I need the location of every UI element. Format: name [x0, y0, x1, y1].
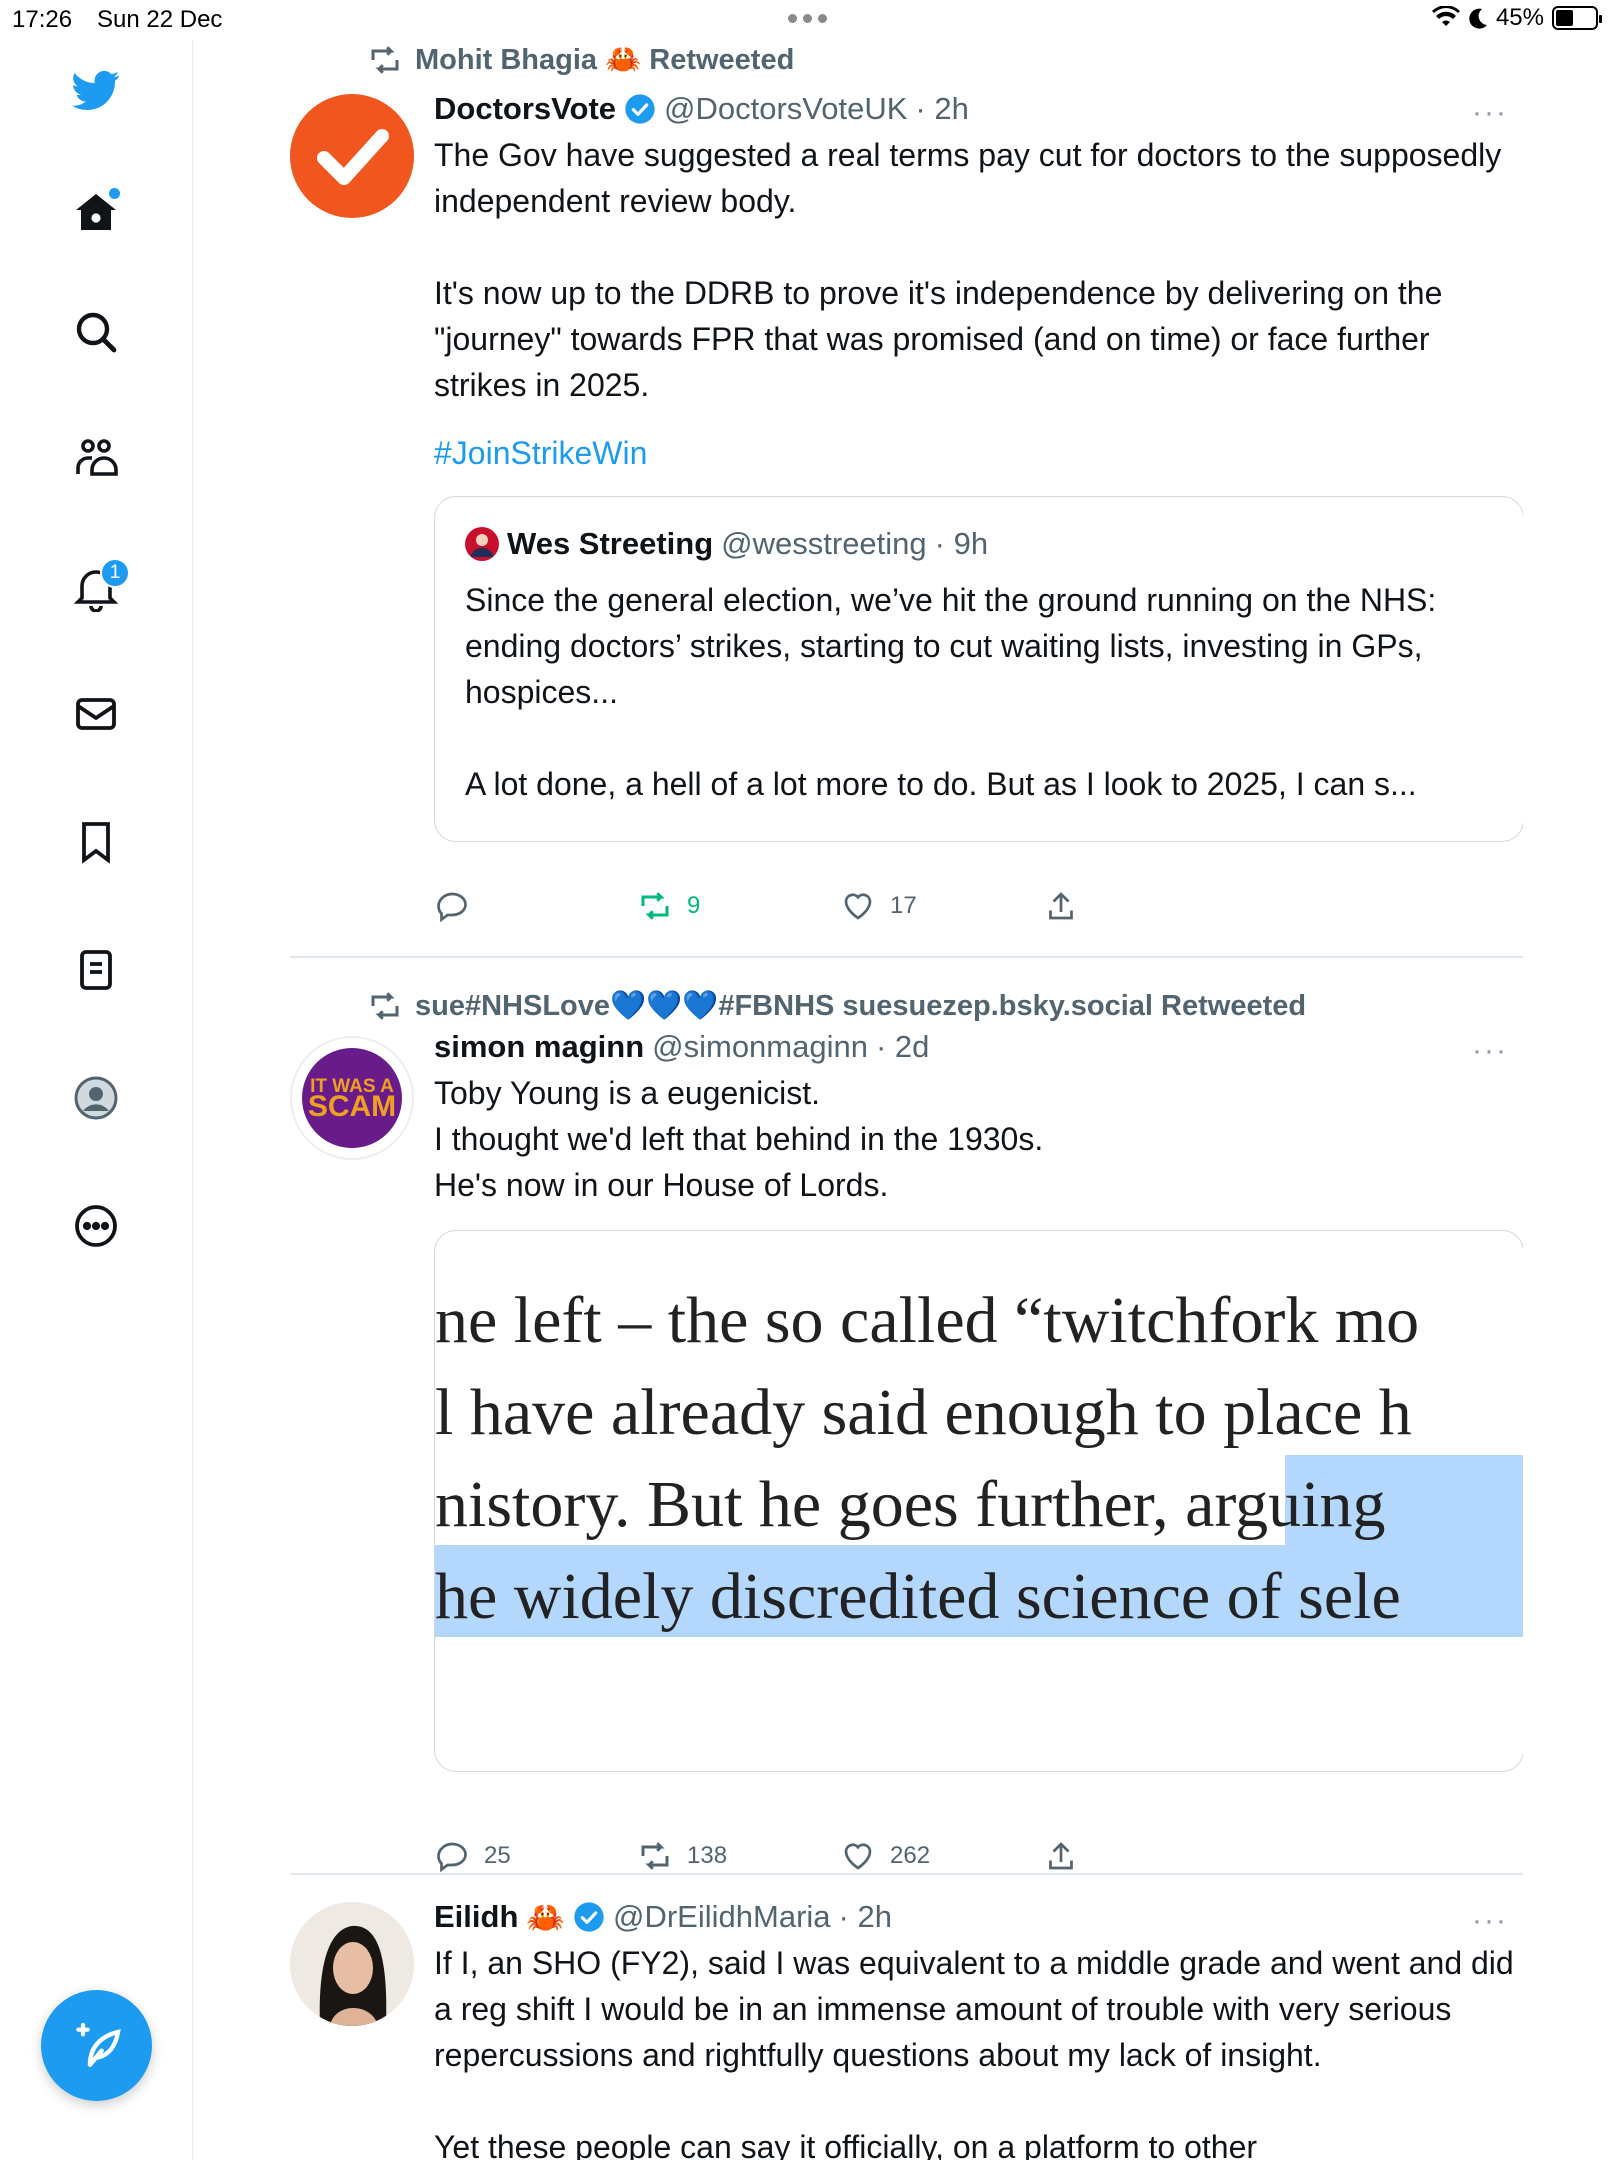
heart-icon — [844, 1843, 872, 1870]
checkmark-logo-icon — [317, 129, 389, 185]
status-time: 17:26 — [12, 6, 73, 33]
tweet-image[interactable]: ne left – the so called “twitchfork mo l… — [434, 1230, 1523, 1772]
retweet-count: 138 — [687, 1842, 728, 1869]
quoted-author-name: Wes Streeting — [507, 526, 714, 561]
compose-feather-icon — [75, 2022, 121, 2067]
wifi-icon — [1431, 6, 1460, 26]
retweet-icon — [641, 892, 669, 920]
retweet-context: Mohit Bhagia 🦀 Retweeted — [367, 40, 794, 80]
quoted-tweet-time: · 9h — [934, 526, 989, 561]
compose-tweet-button[interactable] — [41, 1990, 152, 2101]
tweet[interactable]: sue#NHSLove💙💙💙#FBNHS suesuezep.bsky.soci… — [290, 986, 1523, 1873]
retweet-icon — [371, 992, 399, 1020]
notifications-badge: 1 — [100, 558, 130, 588]
tweet-header: simon maginn @simonmaginn · 2d — [434, 1026, 1523, 1068]
tweet-time[interactable]: · 2h — [915, 91, 968, 127]
avatar[interactable]: IT WAS A SCAM — [290, 1036, 414, 1160]
retweet-icon — [371, 46, 399, 74]
tweet-time[interactable]: · 2d — [876, 1029, 929, 1065]
tweet-actions: 25 138 262 — [434, 1838, 1246, 1874]
author-handle[interactable]: @simonmaginn — [652, 1029, 868, 1065]
tweet-header: Eilidh 🦀 @DrEilidhMaria · 2h — [434, 1896, 1523, 1938]
lists-icon[interactable] — [70, 944, 122, 996]
retweet-icon — [641, 1842, 669, 1870]
share-button[interactable] — [1043, 1838, 1246, 1874]
author-emoji: 🦀 — [526, 1899, 565, 1935]
author-name[interactable]: DoctorsVote — [434, 91, 616, 127]
avatar[interactable] — [290, 1902, 414, 2026]
profile-avatar-icon[interactable] — [70, 1072, 122, 1124]
sidebar: 1 — [0, 40, 193, 2160]
reply-icon — [437, 1842, 467, 1873]
tweet-text: If I, an SHO (FY2), said I was equivalen… — [434, 1945, 1514, 2160]
tweet[interactable]: Mohit Bhagia 🦀 Retweeted DoctorsVote @Do… — [290, 40, 1523, 960]
tweet-text: The Gov have suggested a real terms pay … — [434, 137, 1502, 403]
reply-icon — [437, 892, 467, 923]
tweet-time[interactable]: · 2h — [839, 1899, 892, 1935]
tweet-more-icon[interactable]: ··· — [1472, 1904, 1508, 1938]
multitasking-dots-icon[interactable] — [788, 4, 827, 23]
verified-badge-icon — [625, 94, 655, 124]
timeline[interactable]: Mohit Bhagia 🦀 Retweeted DoctorsVote @Do… — [193, 40, 1523, 2160]
home-new-dot — [109, 188, 120, 199]
moon-icon — [1469, 8, 1487, 29]
twitter-logo-icon[interactable] — [70, 64, 122, 116]
author-handle[interactable]: @DrEilidhMaria — [613, 1899, 831, 1935]
share-icon — [1049, 892, 1073, 920]
search-icon[interactable] — [70, 306, 122, 358]
reply-button[interactable]: 25 — [434, 1838, 637, 1874]
scam-avatar-image: IT WAS A SCAM — [302, 1048, 402, 1148]
status-date: Sun 22 Dec — [97, 6, 223, 33]
share-button[interactable] — [1043, 888, 1246, 924]
retweeted-by-text: Mohit Bhagia 🦀 Retweeted — [415, 44, 795, 76]
like-count: 262 — [890, 1842, 931, 1869]
retweeted-by-text: sue#NHSLove💙💙💙#FBNHS suesuezep.bsky.soci… — [415, 990, 1307, 1022]
quoted-tweet[interactable]: Wes Streeting @wesstreeting · 9h Since t… — [434, 496, 1523, 842]
author-name[interactable]: simon maginn — [434, 1029, 644, 1065]
user-photo-avatar — [290, 1902, 414, 2026]
divider — [290, 956, 1523, 958]
retweet-count: 9 — [687, 892, 701, 919]
tweet[interactable]: Eilidh 🦀 @DrEilidhMaria · 2h ··· If I, a… — [290, 1896, 1523, 2160]
notifications-bell-icon[interactable]: 1 — [70, 558, 130, 614]
retweet-context: sue#NHSLove💙💙💙#FBNHS suesuezep.bsky.soci… — [367, 986, 1306, 1026]
image-text-line: ne left – the so called “twitchfork mo — [435, 1284, 1420, 1357]
tweet-text: Toby Young is a eugenicist. I thought we… — [434, 1075, 1044, 1203]
author-name[interactable]: Eilidh — [434, 1899, 518, 1935]
quoted-author-avatar — [465, 527, 499, 561]
reply-count: 25 — [484, 1842, 511, 1869]
author-handle[interactable]: @DoctorsVoteUK — [664, 91, 907, 127]
home-icon[interactable] — [70, 186, 122, 238]
tweet-more-icon[interactable]: ··· — [1472, 1034, 1508, 1068]
divider — [290, 1873, 1523, 1875]
like-button[interactable]: 17 — [840, 888, 1043, 924]
share-icon — [1049, 1842, 1073, 1870]
retweet-button[interactable]: 9 — [637, 888, 840, 924]
messages-icon[interactable] — [70, 688, 122, 740]
like-count: 17 — [890, 892, 917, 919]
quoted-tweet-text: Since the general election, we’ve hit th… — [465, 582, 1437, 802]
heart-icon — [844, 893, 872, 920]
avatar[interactable] — [290, 94, 414, 218]
tweet-header: DoctorsVote @DoctorsVoteUK · 2h — [434, 88, 1523, 130]
svg-text:SCAM: SCAM — [308, 1090, 396, 1123]
more-options-icon[interactable] — [70, 1200, 122, 1252]
image-text-line: he widely discredited science of sele — [435, 1560, 1401, 1633]
quoted-author-handle: @wesstreeting — [721, 526, 927, 561]
image-text-line: l have already said enough to place h — [435, 1376, 1412, 1449]
tweet-more-icon[interactable]: ··· — [1472, 96, 1508, 130]
like-button[interactable]: 262 — [840, 1838, 1043, 1874]
battery-percent: 45% — [1495, 4, 1544, 31]
tweet-actions: 9 17 — [434, 888, 1246, 924]
status-bar: 17:26 Sun 22 Dec 45% — [0, 0, 1620, 40]
reply-button[interactable] — [434, 888, 637, 924]
retweet-button[interactable]: 138 — [637, 1838, 840, 1874]
hashtag-link[interactable]: #JoinStrikeWin — [434, 430, 1523, 476]
image-text-line: nistory. But he goes further, arguing — [435, 1468, 1386, 1541]
verified-badge-icon — [574, 1902, 604, 1932]
battery-icon — [1552, 6, 1602, 30]
communities-icon[interactable] — [70, 432, 122, 484]
bookmarks-icon[interactable] — [70, 816, 122, 868]
